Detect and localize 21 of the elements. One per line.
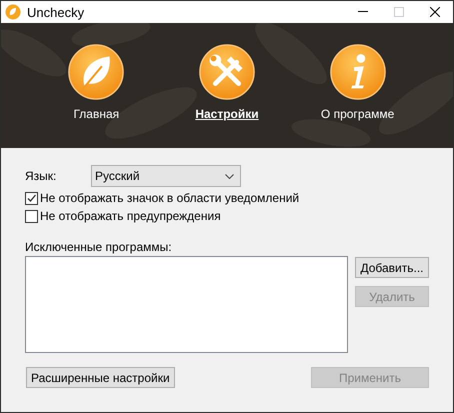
checkbox[interactable] (25, 192, 38, 204)
close-icon[interactable] (430, 7, 440, 17)
checkbox-label[interactable]: Не отображать предупреждения (40, 209, 221, 223)
language-label: Язык: (25, 169, 58, 183)
checkbox-label[interactable]: Не отображать значок в области уведомлений (40, 191, 300, 205)
advanced-settings-button[interactable]: Расширенные настройки (26, 367, 175, 388)
app-logo-icon (5, 4, 21, 20)
tools-icon (198, 43, 256, 101)
caret-icon (225, 174, 234, 178)
minimize-icon[interactable] (358, 11, 368, 13)
info-icon (328, 43, 387, 101)
language-dropdown[interactable]: Русский (91, 165, 241, 187)
nav-tab[interactable]: Настройки (172, 23, 282, 148)
add-button[interactable]: Добавить... (355, 257, 429, 278)
nav-tab[interactable]: Главная (41, 23, 152, 148)
excluded-programs-list[interactable] (25, 256, 348, 353)
window-title: Unchecky (27, 4, 86, 20)
excluded-programs-label: Исключенные программы: (25, 240, 173, 254)
checkbox[interactable] (25, 210, 38, 222)
nav-tab[interactable]: О программе (302, 23, 413, 148)
leaf-icon (67, 43, 126, 101)
